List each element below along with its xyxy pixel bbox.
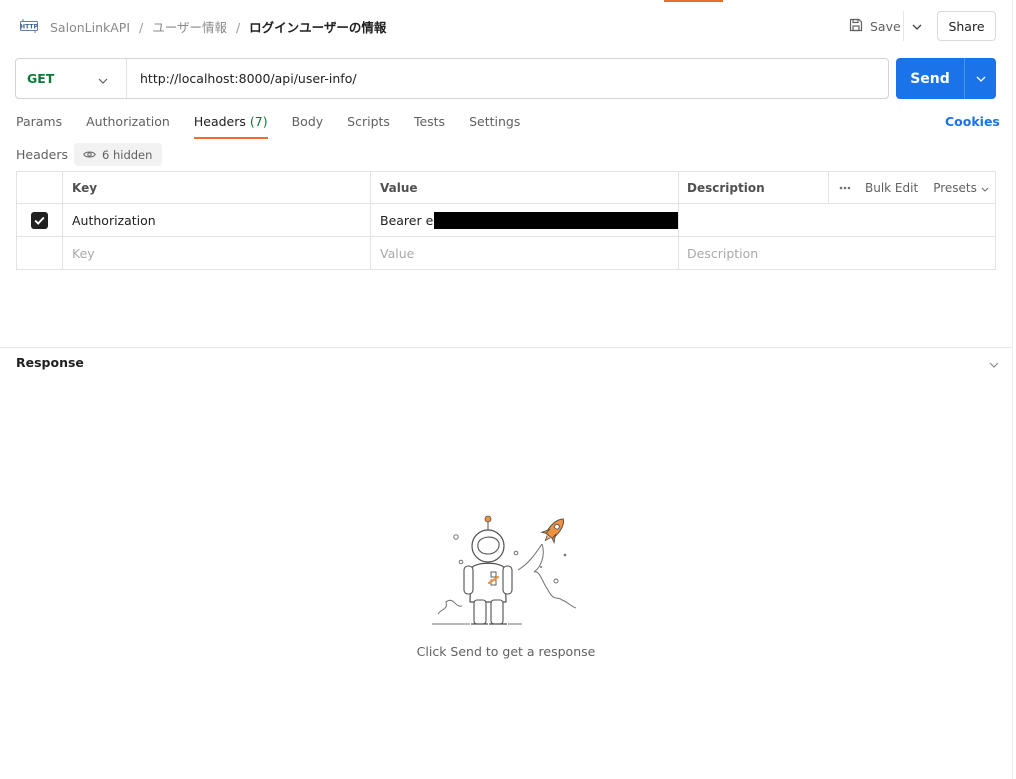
header-value-cell[interactable]: Bearer e xyxy=(370,204,679,236)
response-empty-hint: Click Send to get a response xyxy=(416,644,596,659)
request-name[interactable]: ログインユーザーの情報 xyxy=(249,20,386,35)
tab-settings[interactable]: Settings xyxy=(469,114,520,139)
column-value: Value xyxy=(370,172,679,203)
new-key-input[interactable]: Key xyxy=(62,237,371,269)
chevron-down-icon xyxy=(981,181,989,195)
active-tab-indicator xyxy=(664,0,723,2)
response-divider[interactable] xyxy=(0,347,1012,348)
astronaut-rocket-illustration xyxy=(430,510,582,632)
save-button[interactable]: Save xyxy=(843,11,903,41)
eye-icon xyxy=(83,148,96,162)
column-key: Key xyxy=(62,172,371,203)
chevron-down-icon[interactable] xyxy=(989,357,999,372)
save-icon xyxy=(849,18,863,35)
headers-section-label: Headers xyxy=(16,147,69,162)
presets-label: Presets xyxy=(933,180,977,195)
row-check-cell xyxy=(17,204,62,236)
tab-params[interactable]: Params xyxy=(16,114,62,139)
chevron-down-icon xyxy=(98,73,108,88)
row-check-cell xyxy=(17,237,62,269)
cookies-link[interactable]: Cookies xyxy=(945,114,1000,129)
request-header: HTTP SalonLinkAPI / ユーザー情報 / ログインユーザーの情報… xyxy=(0,10,1012,42)
hidden-headers-toggle[interactable]: 6 hidden xyxy=(74,143,163,166)
tab-scripts[interactable]: Scripts xyxy=(347,114,390,139)
share-button[interactable]: Share xyxy=(937,11,996,41)
checkmark-icon xyxy=(34,213,45,228)
table-row-empty: Key Value Description xyxy=(17,237,995,270)
tab-tests[interactable]: Tests xyxy=(414,114,445,139)
send-button[interactable]: Send xyxy=(896,58,964,99)
breadcrumb-separator: / xyxy=(235,20,241,35)
hidden-count-label: 6 hidden xyxy=(102,147,153,162)
method-select[interactable]: GET xyxy=(16,59,127,98)
breadcrumb-separator: / xyxy=(139,20,144,35)
header-enabled-checkbox[interactable] xyxy=(31,211,48,229)
tab-headers-count: (7) xyxy=(249,114,268,129)
header-value: Bearer e xyxy=(380,211,679,229)
http-icon: HTTP xyxy=(20,18,38,34)
header-description-cell[interactable] xyxy=(678,204,996,236)
breadcrumb-folder[interactable]: ユーザー情報 xyxy=(152,20,227,35)
breadcrumb: SalonLinkAPI / ユーザー情報 / ログインユーザーの情報 xyxy=(50,17,386,36)
send-button-group: Send xyxy=(896,58,996,99)
method-label: GET xyxy=(27,71,55,86)
response-title: Response xyxy=(16,355,84,370)
tab-headers[interactable]: Headers (7) xyxy=(193,114,268,139)
header-key-cell[interactable]: Authorization xyxy=(62,204,371,236)
chevron-down-icon xyxy=(976,71,986,86)
table-tools: Bulk Edit Presets xyxy=(828,172,996,203)
send-options-button[interactable] xyxy=(964,58,996,99)
save-options-button[interactable] xyxy=(903,11,929,41)
request-url-bar: GET xyxy=(15,58,889,99)
presets-dropdown[interactable]: Presets xyxy=(933,181,989,195)
breadcrumb-collection[interactable]: SalonLinkAPI xyxy=(50,20,130,35)
bulk-edit-button[interactable]: Bulk Edit xyxy=(865,181,918,195)
chevron-down-icon xyxy=(912,19,922,34)
header-value-text: Bearer e xyxy=(380,212,434,228)
url-input[interactable] xyxy=(127,59,888,98)
pane-edge xyxy=(1012,0,1013,779)
request-tabs: Params Authorization Headers (7) Body Sc… xyxy=(16,114,544,140)
new-description-input[interactable]: Description xyxy=(678,237,996,269)
redaction-bar xyxy=(434,211,679,229)
save-label: Save xyxy=(870,18,901,34)
svg-text:HTTP: HTTP xyxy=(20,24,38,31)
tab-authorization[interactable]: Authorization xyxy=(86,114,170,139)
header-check-cell xyxy=(17,172,62,203)
tab-headers-label: Headers xyxy=(193,114,246,129)
table-row: Authorization Bearer e xyxy=(17,204,995,237)
more-options-icon[interactable] xyxy=(839,186,853,190)
new-value-input[interactable]: Value xyxy=(370,237,679,269)
table-header-row: Key Value Description Bulk Edit Presets xyxy=(17,172,995,204)
tab-body[interactable]: Body xyxy=(292,114,324,139)
headers-table: Key Value Description Bulk Edit Presets xyxy=(16,171,996,270)
